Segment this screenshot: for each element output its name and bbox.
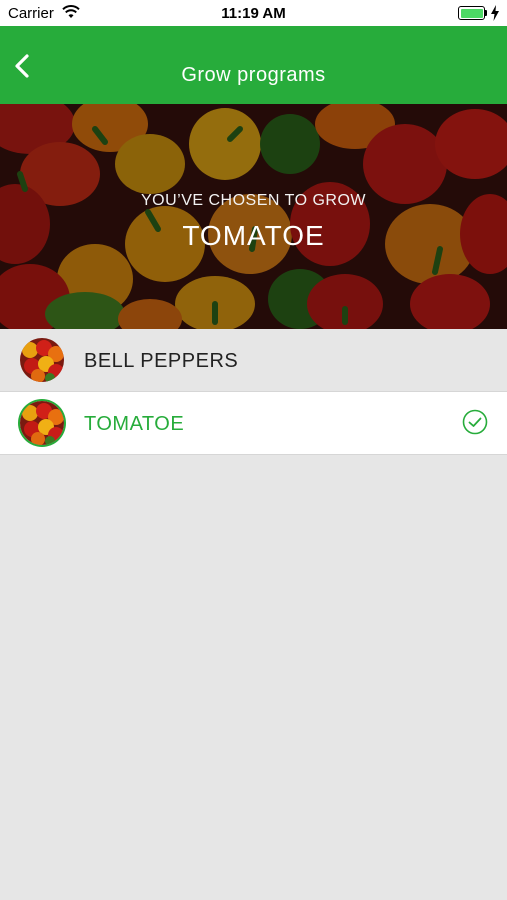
battery-fill — [460, 8, 483, 18]
hero-title: TOMATOE — [182, 220, 325, 251]
clock: 11:19 AM — [221, 5, 286, 22]
hero-banner: YOU’VE CHOSEN TO GROW TOMATOE — [0, 104, 507, 329]
program-label: TOMATOE — [84, 413, 185, 435]
program-list: BELL PEPPERS TOMATOE — [0, 329, 507, 455]
list-item-tomatoe[interactable]: TOMATOE — [0, 392, 507, 455]
page-title: Grow programs — [181, 64, 326, 86]
app-screen: Carrier 11:19 AM Grow programs YOU’VE CH… — [0, 0, 507, 900]
charging-bolt-icon — [491, 5, 499, 21]
hero-subtitle: YOU’VE CHOSEN TO GROW — [140, 192, 367, 209]
program-thumbnail — [20, 401, 64, 445]
hero-overlay — [0, 104, 507, 329]
list-item-bell-peppers[interactable]: BELL PEPPERS — [0, 329, 507, 392]
program-thumbnail — [20, 338, 64, 382]
status-bar: Carrier 11:19 AM — [0, 0, 507, 26]
program-label: BELL PEPPERS — [84, 350, 239, 372]
battery-icon — [458, 6, 488, 20]
checkmark-circle-icon — [462, 409, 488, 435]
navigation-bar: Grow programs — [0, 26, 507, 104]
